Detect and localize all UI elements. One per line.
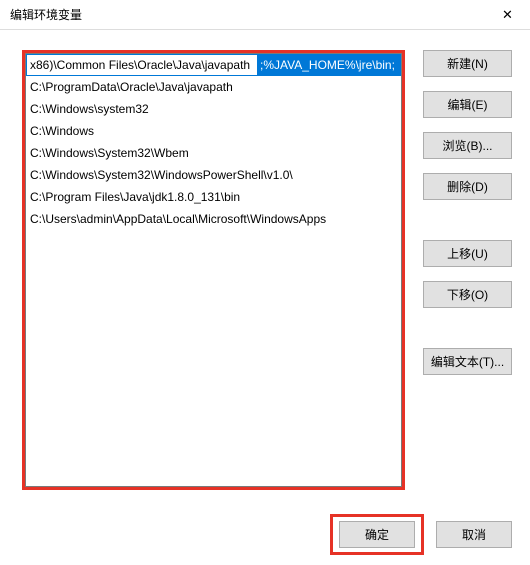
list-highlight-frame: C:\ProgramData\Oracle\Java\javapath C:\W… <box>22 50 405 490</box>
path-listbox[interactable]: C:\ProgramData\Oracle\Java\javapath C:\W… <box>25 53 402 487</box>
edit-input-plain[interactable] <box>27 55 257 75</box>
button-column: 新建(N) 编辑(E) 浏览(B)... 删除(D) 上移(U) 下移(O) 编… <box>423 50 512 490</box>
list-item[interactable]: C:\Windows\System32\WindowsPowerShell\v1… <box>26 164 401 186</box>
edit-text-button[interactable]: 编辑文本(T)... <box>423 348 512 375</box>
close-button[interactable]: ✕ <box>485 0 530 30</box>
move-up-button[interactable]: 上移(U) <box>423 240 512 267</box>
list-item[interactable]: C:\Windows <box>26 120 401 142</box>
window-title: 编辑环境变量 <box>10 6 82 23</box>
ok-highlight-frame: 确定 <box>330 514 424 555</box>
ok-button[interactable]: 确定 <box>339 521 415 548</box>
spacer <box>423 214 512 240</box>
footer: 确定 取消 <box>0 514 530 555</box>
list-item[interactable]: C:\Windows\System32\Wbem <box>26 142 401 164</box>
titlebar: 编辑环境变量 ✕ <box>0 0 530 30</box>
new-button[interactable]: 新建(N) <box>423 50 512 77</box>
cancel-button[interactable]: 取消 <box>436 521 512 548</box>
content-area: C:\ProgramData\Oracle\Java\javapath C:\W… <box>0 30 530 502</box>
list-item[interactable]: C:\ProgramData\Oracle\Java\javapath <box>26 76 401 98</box>
edit-input-selected[interactable] <box>257 55 402 75</box>
edit-button[interactable]: 编辑(E) <box>423 91 512 118</box>
list-item[interactable]: C:\Windows\system32 <box>26 98 401 120</box>
list-item[interactable]: C:\Program Files\Java\jdk1.8.0_131\bin <box>26 186 401 208</box>
spacer <box>423 322 512 348</box>
list-item[interactable]: C:\Users\admin\AppData\Local\Microsoft\W… <box>26 208 401 230</box>
browse-button[interactable]: 浏览(B)... <box>423 132 512 159</box>
close-icon: ✕ <box>502 7 513 23</box>
move-down-button[interactable]: 下移(O) <box>423 281 512 308</box>
delete-button[interactable]: 删除(D) <box>423 173 512 200</box>
cancel-wrap: 取消 <box>436 514 512 555</box>
list-item-editing[interactable] <box>26 54 401 76</box>
